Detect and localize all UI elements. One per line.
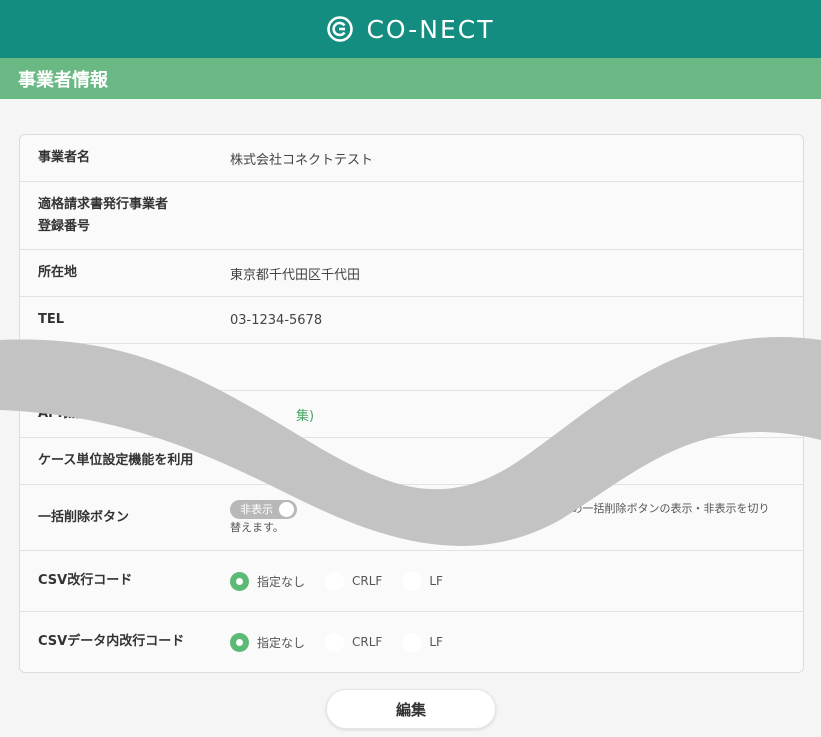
- address-label: 所在地: [38, 265, 78, 280]
- radio-label: LF: [429, 574, 443, 588]
- radio-label: CRLF: [352, 635, 383, 649]
- row-tel: TEL 03-1234-5678: [20, 297, 803, 344]
- radio-unchecked-icon: [325, 632, 345, 652]
- csv-data-newline-option-none[interactable]: 指定なし: [230, 632, 306, 652]
- radio-checked-icon: [230, 632, 249, 652]
- csv-newline-option-crlf[interactable]: CRLF: [325, 571, 383, 591]
- row-company-name: 事業者名 株式会社コネクトテスト: [20, 135, 803, 182]
- section-title: 事業者情報: [0, 58, 821, 99]
- radio-checked-icon: [230, 571, 249, 591]
- address-value: 東京都千代田区千代田: [230, 267, 361, 283]
- bulk-delete-line1: 非表示 面画、商品一覧編集画面の一括削除ボタンの表示・非表示を切り: [230, 499, 787, 519]
- top-header: CO-NECT: [0, 0, 821, 58]
- radio-label: LF: [429, 635, 443, 649]
- bulk-delete-label: 一括削除ボタン: [38, 509, 130, 525]
- info-card: 事業者名 株式会社コネクトテスト 適格請求書発行事業者 登録番号 所在地 東京都…: [19, 134, 804, 673]
- bulk-delete-toggle[interactable]: 非表示: [230, 499, 297, 519]
- row-api: API機能 集): [20, 391, 803, 438]
- radio-label: CRLF: [352, 574, 383, 588]
- invoice-number-label: 適格請求書発行事業者 登録番号: [38, 196, 169, 234]
- csv-data-newline-radio-group: 指定なし CRLF LF: [230, 632, 787, 652]
- bulk-delete-desc2: 替えます。: [230, 520, 284, 534]
- bulk-delete-desc: 面画、商品一覧編集画面の一括削除ボタンの表示・非表示を切り: [450, 502, 770, 515]
- row-hidden: [20, 344, 803, 391]
- brand-logo-icon: [327, 16, 354, 42]
- csv-newline-radio-group: 指定なし CRLF LF: [230, 571, 787, 591]
- toggle-label: 非表示: [240, 502, 273, 516]
- case-unit-label: ケース単位設定機能を利用: [38, 453, 194, 468]
- brand-name: CO-NECT: [366, 14, 495, 44]
- row-case-unit: ケース単位設定機能を利用: [20, 438, 803, 485]
- api-label: API機能: [38, 406, 89, 421]
- tel-value: 03-1234-5678: [230, 312, 323, 328]
- csv-newline-option-lf[interactable]: LF: [402, 571, 443, 591]
- radio-unchecked-icon: [325, 571, 345, 591]
- csv-data-newline-option-crlf[interactable]: CRLF: [325, 632, 383, 652]
- api-value: 集): [230, 405, 803, 424]
- row-csv-newline: CSV改行コード 指定なし CRLF LF: [20, 551, 803, 612]
- csv-newline-label: CSV改行コード: [38, 573, 133, 588]
- row-bulk-delete: 一括削除ボタン 非表示 面画、商品一覧編集画面の一括削除ボタンの表示・非表示を切…: [20, 485, 803, 551]
- tel-label: TEL: [38, 312, 65, 327]
- brand: CO-NECT: [326, 15, 494, 44]
- csv-newline-value: 指定なし CRLF LF: [230, 571, 803, 591]
- toggle-knob: [279, 501, 294, 517]
- csv-data-newline-label: CSVデータ内改行コード: [38, 634, 185, 649]
- company-name-label: 事業者名: [38, 150, 91, 165]
- radio-unchecked-icon: [402, 632, 422, 652]
- api-edit-link[interactable]: 集): [296, 409, 314, 424]
- csv-data-newline-option-lf[interactable]: LF: [402, 632, 443, 652]
- row-invoice-number: 適格請求書発行事業者 登録番号: [20, 182, 803, 250]
- radio-label: 指定なし: [257, 635, 306, 650]
- row-csv-data-newline: CSVデータ内改行コード 指定なし CRLF LF: [20, 612, 803, 672]
- bulk-delete-value: 非表示 面画、商品一覧編集画面の一括削除ボタンの表示・非表示を切り 替えます。: [230, 499, 803, 536]
- csv-newline-option-none[interactable]: 指定なし: [230, 571, 306, 591]
- radio-label: 指定なし: [257, 574, 306, 589]
- row-address: 所在地 東京都千代田区千代田: [20, 250, 803, 297]
- radio-unchecked-icon: [402, 571, 422, 591]
- company-name-value: 株式会社コネクトテスト: [230, 152, 374, 168]
- edit-button[interactable]: 編集: [326, 689, 496, 729]
- csv-data-newline-value: 指定なし CRLF LF: [230, 632, 803, 652]
